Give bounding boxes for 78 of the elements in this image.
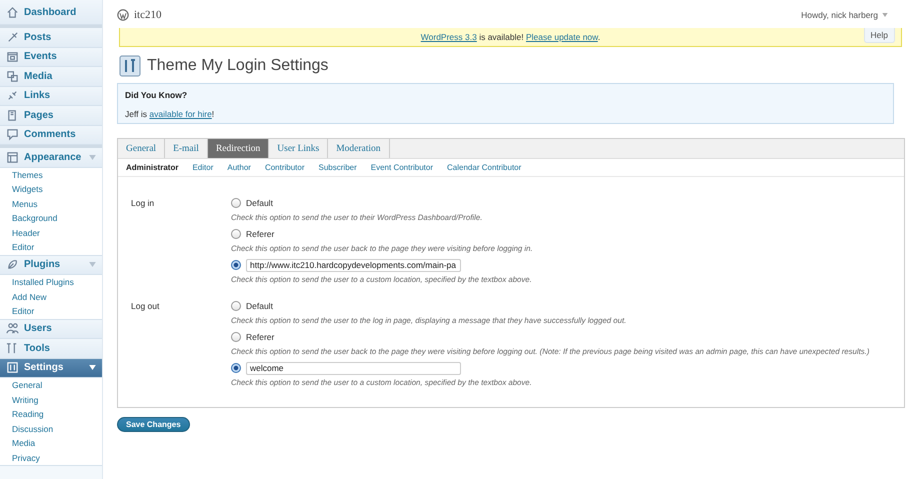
input-field[interactable]: welcome (246, 362, 461, 374)
radio-button[interactable] (231, 260, 241, 270)
sidebar-item[interactable]: Dashboard (0, 0, 102, 25)
save-button[interactable]: Save Changes (117, 417, 190, 432)
sidebar-item[interactable]: Media (0, 67, 102, 86)
sidebar-item[interactable]: Plugins (0, 256, 102, 275)
submenu-item[interactable]: Widgets (0, 182, 102, 196)
page-title: Theme My Login Settings (147, 57, 328, 75)
submenu-item[interactable]: Writing (0, 392, 102, 407)
submenu-item[interactable]: Editor (0, 304, 102, 318)
sidebar-item[interactable]: Settings (0, 358, 102, 378)
role-tab[interactable]: Contributor (264, 163, 305, 172)
notice-link[interactable]: Please update now (526, 32, 598, 42)
option-label: Default (246, 198, 273, 208)
sidebar-item[interactable]: Posts (0, 25, 102, 48)
option-label: Default (246, 301, 273, 311)
role-tab[interactable]: Administrator (126, 163, 178, 172)
submenu-item[interactable]: General (0, 378, 102, 392)
radio-button[interactable] (231, 198, 241, 208)
sidebar-item[interactable]: Events (0, 48, 102, 67)
logo-icon (117, 9, 129, 21)
role-tab[interactable]: Editor (192, 163, 214, 172)
sidebar-item[interactable]: Comments (0, 126, 102, 145)
menu-icon (6, 258, 19, 272)
menu-icon (6, 108, 19, 122)
role-tab[interactable]: Event Contributor (370, 163, 434, 172)
input-field[interactable]: http://www.itc210.hardcopydevelopments.com/main-pa (246, 258, 461, 272)
info-text: Jeff is available for hire! (125, 109, 216, 119)
caret-icon (89, 154, 96, 160)
radio-button[interactable] (231, 332, 241, 342)
submenu-item[interactable]: Themes (0, 168, 102, 182)
sidebar-item[interactable]: Links (0, 86, 102, 106)
radio-button[interactable] (231, 229, 241, 239)
notice-link[interactable]: WordPress 3.3 (420, 32, 477, 42)
role-tab[interactable]: Calendar Contributor (447, 163, 522, 172)
help-button[interactable]: Help (864, 28, 895, 43)
menu-icon (6, 342, 19, 355)
radio-button[interactable] (231, 363, 241, 373)
menu-icon (6, 150, 19, 164)
tools-icon (119, 55, 141, 77)
caret-icon (89, 365, 96, 370)
submenu-item[interactable]: Add New (0, 290, 102, 304)
role-tab[interactable]: Subscriber (318, 163, 357, 172)
info-heading: Did You Know? (125, 90, 188, 100)
field-label: Log out (131, 300, 160, 313)
submenu-item[interactable]: Discussion (0, 422, 102, 436)
hire-link[interactable]: available for hire (149, 109, 212, 119)
submenu-item[interactable]: Editor (0, 240, 102, 254)
sidebar-item[interactable]: Tools (0, 339, 102, 358)
sidebar-item[interactable]: Users (0, 320, 102, 339)
submenu-item[interactable]: Background (0, 211, 102, 226)
menu-icon (6, 361, 19, 374)
submenu-item[interactable]: Media (0, 436, 102, 450)
radio-button[interactable] (231, 301, 241, 311)
option-label: Referer (246, 332, 274, 342)
submenu-item[interactable]: Menus (0, 196, 102, 211)
option-label: Referer (246, 229, 274, 239)
sidebar-item[interactable]: Appearance (0, 145, 102, 168)
menu-icon (6, 30, 19, 44)
tab[interactable]: Redirection (208, 139, 270, 158)
menu-icon (6, 50, 19, 64)
menu-icon (6, 89, 19, 102)
caret-icon (89, 262, 96, 268)
submenu-item[interactable]: Header (0, 226, 102, 240)
sidebar-item[interactable]: Pages (0, 106, 102, 126)
submenu-item[interactable]: Privacy (0, 450, 102, 465)
menu-icon (6, 322, 19, 336)
field-label: Log in (131, 197, 156, 210)
submenu-item[interactable]: Installed Plugins (0, 275, 102, 290)
menu-icon (6, 6, 19, 18)
user-menu[interactable]: Howdy, nick harberg (801, 10, 878, 20)
caret-icon (882, 13, 888, 17)
menu-icon (6, 128, 19, 142)
update-notice: WordPress 3.3 is available! Please update now. (420, 32, 600, 42)
role-tab[interactable]: Author (227, 163, 251, 172)
site-title[interactable]: itc210 (134, 9, 162, 21)
menu-icon (6, 70, 19, 83)
submenu-item[interactable]: Reading (0, 407, 102, 422)
